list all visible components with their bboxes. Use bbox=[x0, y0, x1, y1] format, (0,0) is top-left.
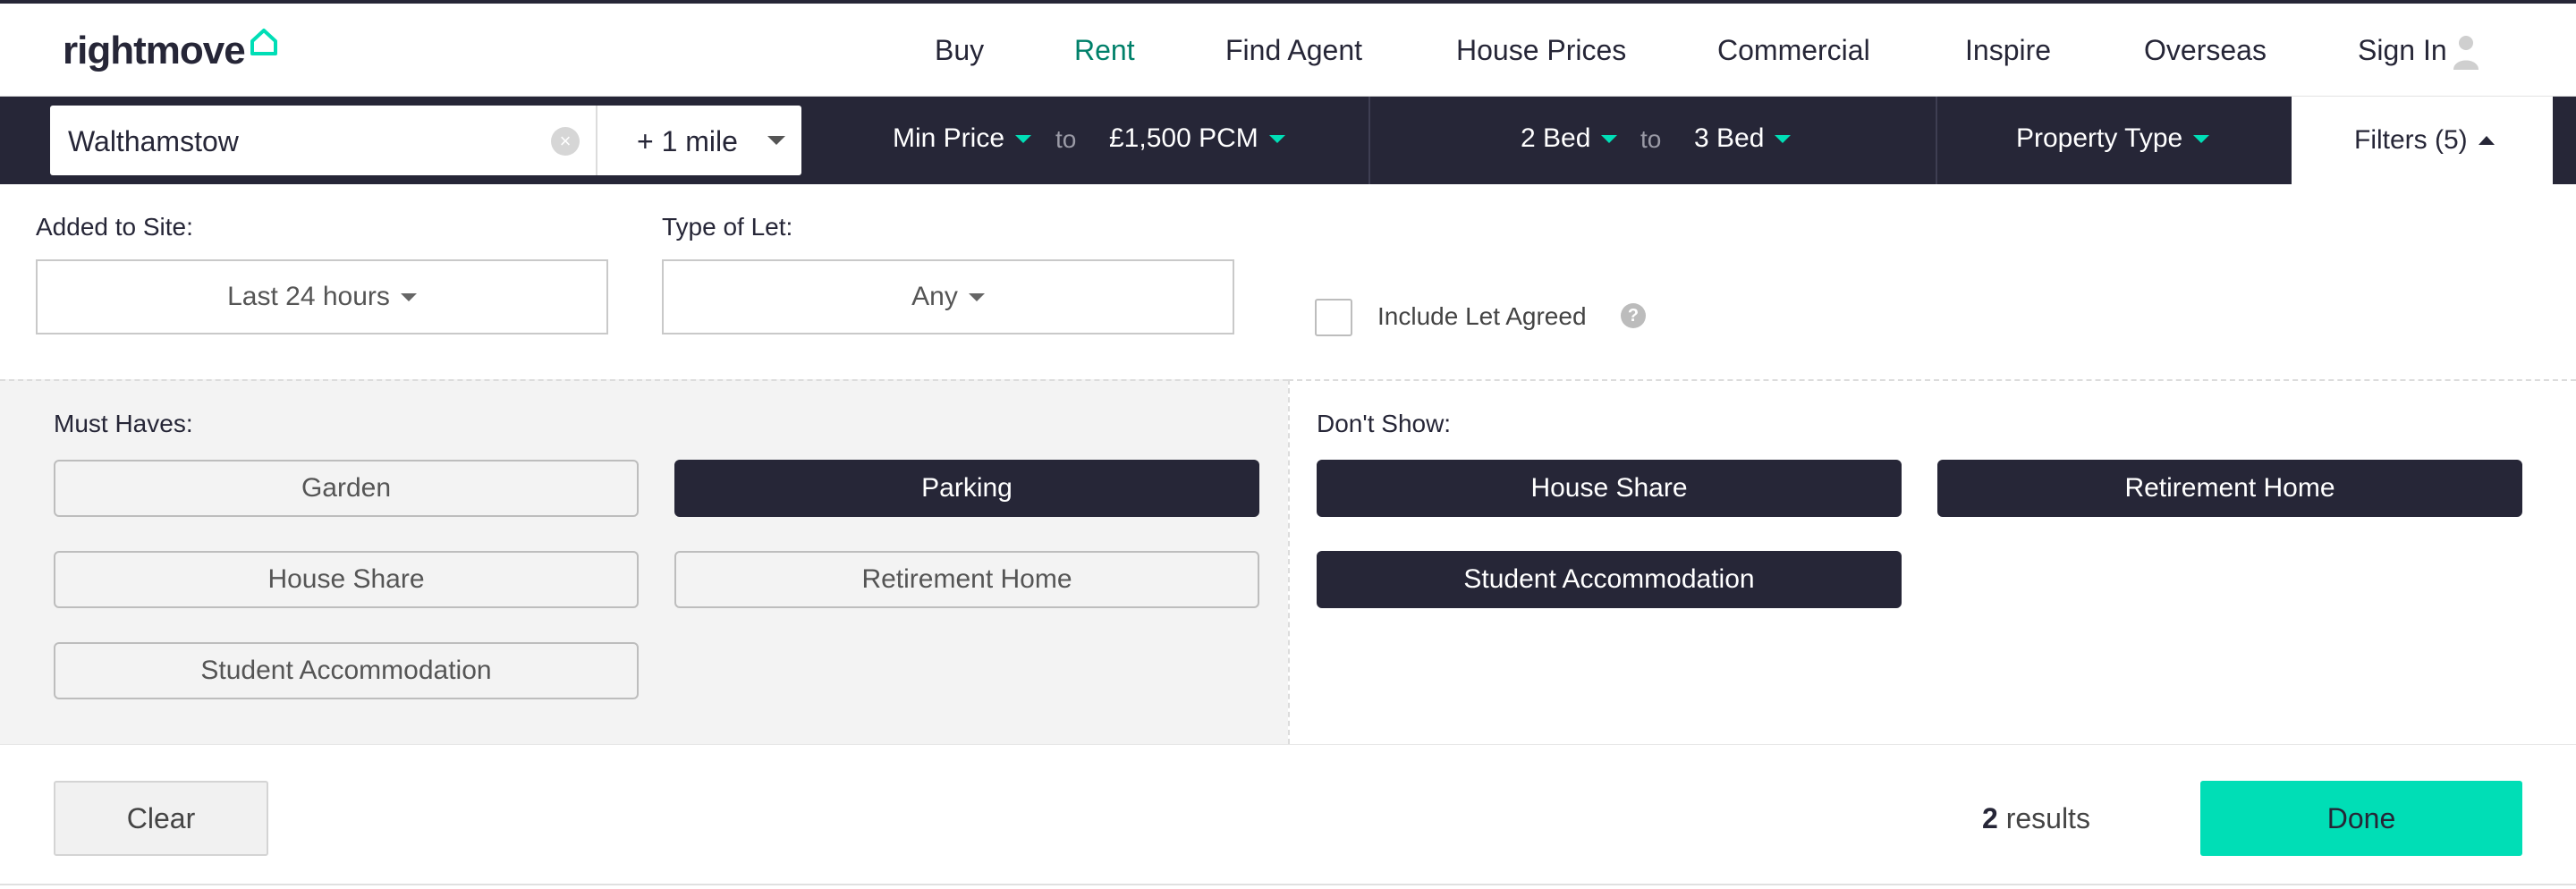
must-have-student-accommodation[interactable]: Student Accommodation bbox=[54, 642, 639, 699]
search-divider bbox=[1936, 97, 1937, 184]
type-of-let-select[interactable]: Any bbox=[662, 259, 1234, 334]
max-price-select[interactable]: £1,500 PCM bbox=[1109, 123, 1285, 154]
dont-show-house-share[interactable]: House Share bbox=[1317, 460, 1902, 517]
logo-text: rightmove bbox=[63, 29, 246, 72]
caret-up-icon bbox=[2478, 136, 2495, 145]
nav-house-prices[interactable]: House Prices bbox=[1456, 34, 1626, 67]
radius-caret-icon bbox=[767, 136, 785, 145]
nav-find-agent[interactable]: Find Agent bbox=[1225, 34, 1362, 67]
max-beds-select[interactable]: 3 Bed bbox=[1694, 123, 1792, 154]
must-have-retirement-home[interactable]: Retirement Home bbox=[674, 551, 1259, 608]
nav-rent[interactable]: Rent bbox=[1074, 34, 1135, 67]
max-price-label: £1,500 PCM bbox=[1109, 123, 1258, 153]
page-peek bbox=[0, 885, 2576, 889]
nav-overseas[interactable]: Overseas bbox=[2144, 34, 2267, 67]
location-box: Walthamstow × + 1 mile bbox=[50, 106, 801, 175]
dont-show-panel: Don't Show: House Share Retirement Home … bbox=[1288, 379, 2576, 744]
type-of-let-label: Type of Let: bbox=[662, 213, 793, 241]
filters-footer: Clear 2 results Done bbox=[0, 744, 2576, 885]
search-bar: Walthamstow × + 1 mile Min Price to £1,5… bbox=[0, 97, 2576, 184]
min-price-select[interactable]: Min Price bbox=[893, 123, 1032, 154]
filters-toggle[interactable]: Filters (5) bbox=[2292, 97, 2553, 184]
property-type-select[interactable]: Property Type bbox=[2016, 123, 2210, 154]
must-have-house-share[interactable]: House Share bbox=[54, 551, 639, 608]
must-haves-label: Must Haves: bbox=[54, 410, 193, 437]
nav-buy[interactable]: Buy bbox=[935, 34, 984, 67]
results-text: results bbox=[2005, 802, 2090, 834]
added-to-site-select[interactable]: Last 24 hours bbox=[36, 259, 608, 334]
results-number: 2 bbox=[1982, 802, 1998, 834]
radius-select[interactable]: + 1 mile bbox=[637, 125, 738, 158]
price-to-label: to bbox=[1055, 125, 1077, 153]
top-header: rightmove Buy Rent Find Agent House Pric… bbox=[0, 0, 2576, 97]
location-input[interactable]: Walthamstow bbox=[68, 125, 239, 158]
filters-label: Filters (5) bbox=[2354, 125, 2468, 155]
clear-button[interactable]: Clear bbox=[54, 781, 268, 856]
nav-commercial[interactable]: Commercial bbox=[1717, 34, 1870, 67]
caret-down-icon bbox=[400, 292, 417, 301]
min-beds-select[interactable]: 2 Bed bbox=[1521, 123, 1618, 154]
caret-down-icon bbox=[1601, 134, 1618, 143]
nav-sign-in[interactable]: Sign In bbox=[2358, 34, 2447, 67]
min-beds-label: 2 Bed bbox=[1521, 123, 1591, 153]
max-beds-label: 3 Bed bbox=[1694, 123, 1765, 153]
include-let-agreed-checkbox[interactable] bbox=[1315, 299, 1352, 336]
must-have-parking[interactable]: Parking bbox=[674, 460, 1259, 517]
search-divider bbox=[1368, 97, 1370, 184]
dont-show-retirement-home[interactable]: Retirement Home bbox=[1937, 460, 2522, 517]
caret-down-icon bbox=[968, 292, 985, 301]
dont-show-student-accommodation[interactable]: Student Accommodation bbox=[1317, 551, 1902, 608]
clear-location-icon[interactable]: × bbox=[551, 127, 580, 156]
type-of-let-value: Any bbox=[911, 282, 958, 311]
caret-down-icon bbox=[1015, 134, 1032, 143]
min-price-label: Min Price bbox=[893, 123, 1005, 153]
user-icon[interactable] bbox=[2453, 34, 2479, 70]
added-to-site-value: Last 24 hours bbox=[227, 282, 390, 311]
caret-down-icon bbox=[2193, 134, 2210, 143]
caret-down-icon bbox=[1268, 134, 1285, 143]
done-button[interactable]: Done bbox=[2200, 781, 2522, 856]
rightmove-logo[interactable]: rightmove bbox=[63, 29, 279, 73]
property-type-label: Property Type bbox=[2016, 123, 2183, 153]
results-count: 2 results bbox=[1982, 802, 2090, 835]
location-divider bbox=[596, 106, 597, 175]
search-bar-edge bbox=[2553, 97, 2576, 184]
caret-down-icon bbox=[1775, 134, 1792, 143]
must-haves-panel: Must Haves: Garden Parking House Share R… bbox=[0, 379, 1288, 744]
include-let-agreed-label[interactable]: Include Let Agreed bbox=[1377, 302, 1587, 331]
dont-show-label: Don't Show: bbox=[1317, 410, 1452, 437]
logo-house-icon bbox=[250, 29, 277, 55]
must-have-garden[interactable]: Garden bbox=[54, 460, 639, 517]
beds-to-label: to bbox=[1640, 125, 1662, 153]
nav-inspire[interactable]: Inspire bbox=[1965, 34, 2051, 67]
help-icon[interactable]: ? bbox=[1621, 303, 1646, 328]
added-to-site-label: Added to Site: bbox=[36, 213, 193, 241]
